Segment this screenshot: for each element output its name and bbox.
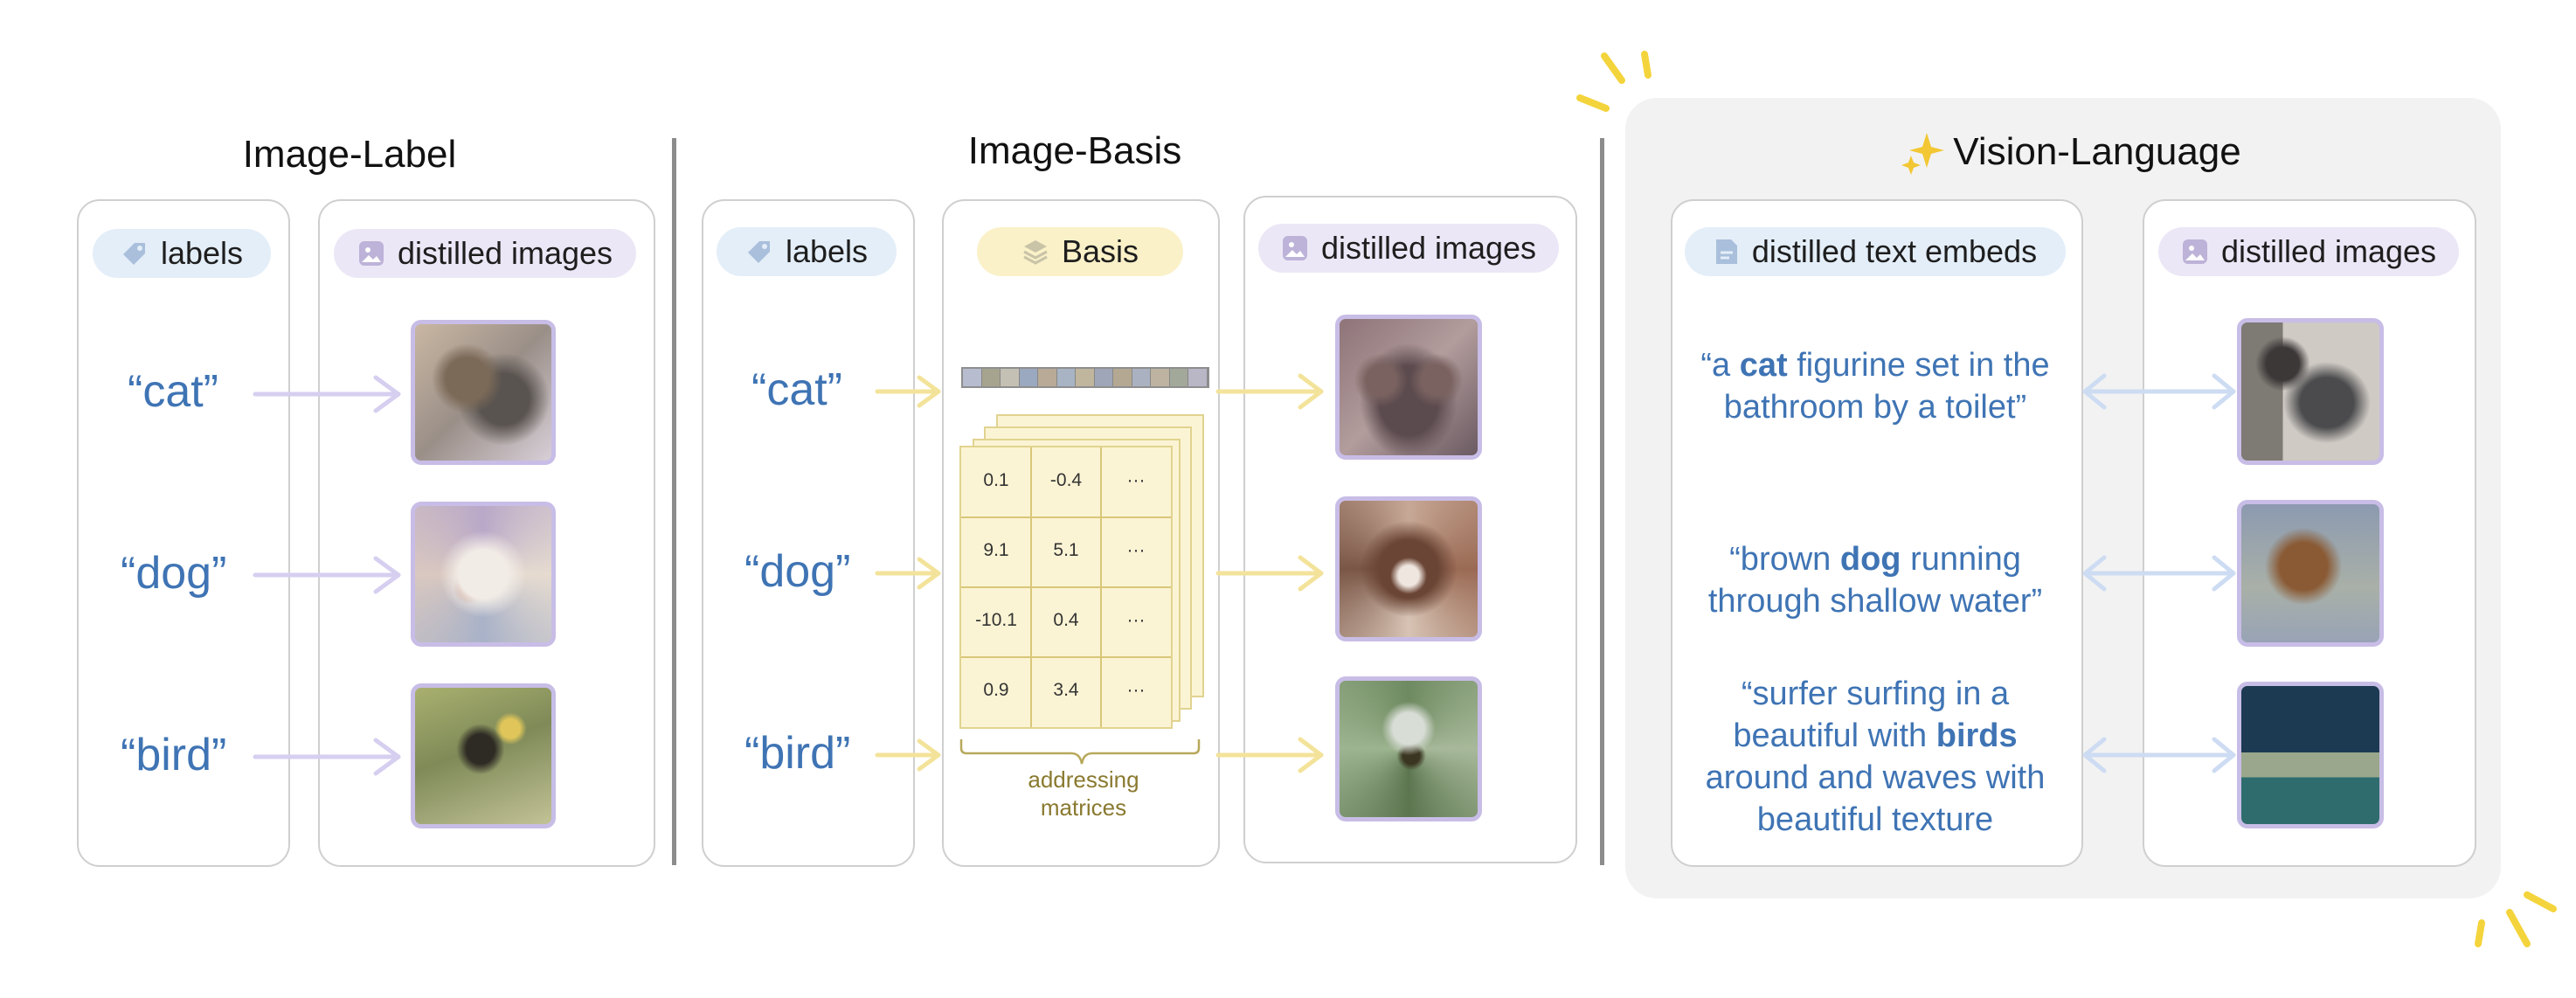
vl-image-dog xyxy=(2237,500,2384,647)
vl-image-cat xyxy=(2237,318,2384,465)
vl-image-bird xyxy=(2237,682,2384,828)
vl-bidirectional-arrows xyxy=(2082,373,2236,773)
